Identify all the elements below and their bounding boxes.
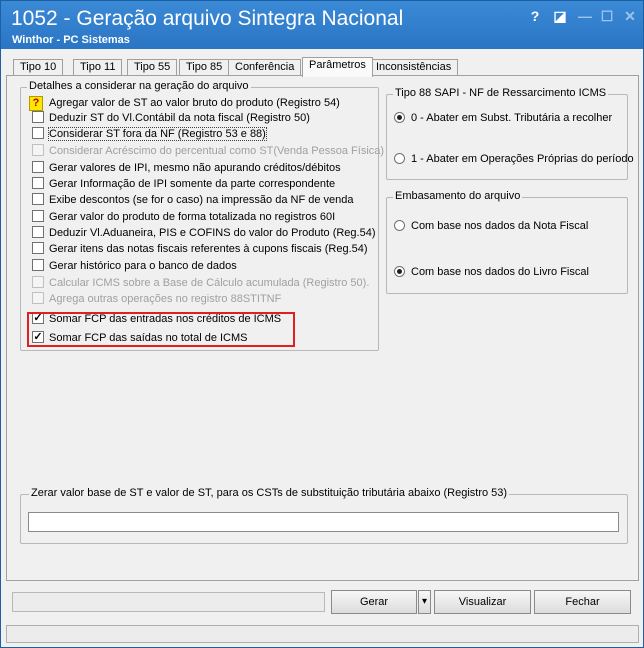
radio-button[interactable] bbox=[394, 152, 405, 164]
option-label: Considerar ST fora da NF (Registro 53 e … bbox=[48, 127, 267, 141]
question-icon[interactable]: ? bbox=[29, 95, 43, 111]
option-gerar-historico[interactable]: Gerar histórico para o banco de dados bbox=[32, 258, 237, 274]
checkbox[interactable] bbox=[32, 111, 44, 124]
embasamento-legend: Embasamento do arquivo bbox=[393, 190, 523, 202]
status-field bbox=[12, 592, 325, 612]
option-label: Considerar Acréscimo do percentual como … bbox=[49, 145, 385, 157]
option-deduzir-st[interactable]: Deduzir ST do Vl.Contábil da nota fiscal… bbox=[32, 110, 310, 126]
checkbox[interactable] bbox=[32, 226, 44, 239]
option-label: Deduzir ST do Vl.Contábil da nota fiscal… bbox=[49, 112, 310, 124]
status-bar bbox=[6, 625, 639, 643]
restore-icon[interactable]: ◪ bbox=[551, 7, 569, 25]
embasamento-group: Embasamento do arquivo bbox=[386, 190, 628, 294]
radio-nota-fiscal[interactable]: Com base nos dados da Nota Fiscal bbox=[394, 219, 588, 233]
cst-input[interactable] bbox=[28, 512, 619, 532]
app-window: 1052 - Geração arquivo Sintegra Nacional… bbox=[0, 0, 644, 648]
gerar-button[interactable]: Gerar bbox=[331, 590, 417, 614]
help-icon[interactable]: ? bbox=[526, 7, 544, 25]
option-label: Agrega outras operações no registro 88ST… bbox=[49, 293, 282, 305]
option-gerar-info-ipi[interactable]: Gerar Informação de IPI somente da parte… bbox=[32, 176, 335, 192]
option-exibe-descontos[interactable]: Exibe descontos (se for o caso) na impre… bbox=[32, 192, 354, 208]
tab-tipo-10[interactable]: Tipo 10 bbox=[13, 59, 64, 76]
radio-label: 1 - Abater em Operações Próprias do perí… bbox=[411, 153, 634, 165]
visualizar-button[interactable]: Visualizar bbox=[434, 590, 531, 614]
radio-label: 0 - Abater em Subst. Tributária a recolh… bbox=[411, 112, 613, 124]
checkbox[interactable] bbox=[32, 210, 44, 223]
option-gerar-valor-totalizado[interactable]: Gerar valor do produto de forma totaliza… bbox=[32, 209, 335, 225]
highlight-box bbox=[27, 312, 295, 347]
option-agregar-st[interactable]: ? Agregar valor de ST ao valor bruto do p… bbox=[29, 95, 340, 111]
detalhes-legend: Detalhes a considerar na geração do arqu… bbox=[27, 80, 251, 92]
maximize-icon[interactable]: ☐ bbox=[598, 7, 616, 25]
option-label: Gerar valor do produto de forma totaliza… bbox=[49, 211, 336, 223]
option-agrega-outras: Agrega outras operações no registro 88ST… bbox=[32, 291, 281, 307]
radio-button-selected[interactable] bbox=[394, 265, 405, 277]
tab-inconsistencias[interactable]: Inconsistências bbox=[369, 59, 459, 76]
minimize-icon[interactable]: — bbox=[576, 7, 594, 25]
option-label: Calcular ICMS sobre a Base de Cálculo ac… bbox=[49, 277, 370, 289]
radio-abater-subst[interactable]: 0 - Abater em Subst. Tributária a recolh… bbox=[394, 111, 612, 125]
option-label: Agregar valor de ST ao valor bruto do pr… bbox=[49, 97, 340, 109]
fechar-button[interactable]: Fechar bbox=[534, 590, 631, 614]
tab-tipo-55[interactable]: Tipo 55 bbox=[127, 59, 178, 76]
tab-parametros[interactable]: Parâmetros bbox=[302, 57, 373, 77]
option-label: Deduzir Vl.Aduaneira, PIS e COFINS do va… bbox=[49, 227, 376, 239]
checkbox bbox=[32, 276, 44, 289]
option-label: Gerar valores de IPI, mesmo não apurando… bbox=[49, 162, 341, 174]
checkbox[interactable] bbox=[32, 193, 44, 206]
checkbox[interactable] bbox=[32, 161, 44, 174]
option-label: Gerar Informação de IPI somente da parte… bbox=[49, 178, 336, 190]
checkbox[interactable] bbox=[32, 177, 44, 190]
checkbox bbox=[32, 144, 44, 157]
option-gerar-itens-cupons[interactable]: Gerar itens das notas fiscais referentes… bbox=[32, 241, 368, 257]
window-title: 1052 - Geração arquivo Sintegra Nacional bbox=[11, 7, 404, 30]
option-label: Gerar itens das notas fiscais referentes… bbox=[49, 243, 368, 255]
option-gerar-ipi[interactable]: Gerar valores de IPI, mesmo não apurando… bbox=[32, 160, 341, 176]
checkbox[interactable] bbox=[32, 127, 44, 140]
radio-button[interactable] bbox=[394, 219, 405, 231]
option-label: Gerar histórico para o banco de dados bbox=[49, 260, 237, 272]
tab-tipo-85[interactable]: Tipo 85 bbox=[179, 59, 230, 76]
close-icon[interactable]: ✕ bbox=[621, 7, 639, 25]
option-calcular-icms: Calcular ICMS sobre a Base de Cálculo ac… bbox=[32, 275, 369, 291]
radio-button-selected[interactable] bbox=[394, 111, 405, 123]
radio-livro-fiscal[interactable]: Com base nos dados do Livro Fiscal bbox=[394, 265, 589, 279]
radio-label: Com base nos dados da Nota Fiscal bbox=[411, 220, 589, 232]
tab-conferencia[interactable]: Conferência bbox=[228, 59, 302, 76]
tipo88-legend: Tipo 88 SAPI - NF de Ressarcimento ICMS bbox=[393, 87, 609, 99]
title-bar[interactable]: 1052 - Geração arquivo Sintegra Nacional… bbox=[1, 1, 643, 49]
window-subtitle: Winthor - PC Sistemas bbox=[12, 34, 130, 46]
option-deduzir-aduaneira[interactable]: Deduzir Vl.Aduaneira, PIS e COFINS do va… bbox=[32, 225, 376, 241]
option-considerar-acrescimo: Considerar Acréscimo do percentual como … bbox=[32, 143, 384, 159]
checkbox bbox=[32, 292, 44, 305]
tab-tipo-11[interactable]: Tipo 11 bbox=[73, 59, 123, 76]
radio-abater-operacoes[interactable]: 1 - Abater em Operações Próprias do perí… bbox=[394, 152, 634, 166]
option-label: Exibe descontos (se for o caso) na impre… bbox=[49, 194, 354, 206]
gerar-dropdown-icon[interactable]: ▾ bbox=[418, 590, 431, 614]
zerar-legend: Zerar valor base de ST e valor de ST, pa… bbox=[29, 487, 510, 499]
checkbox[interactable] bbox=[32, 242, 44, 255]
radio-label: Com base nos dados do Livro Fiscal bbox=[411, 266, 589, 278]
tipo88-group: Tipo 88 SAPI - NF de Ressarcimento ICMS bbox=[386, 87, 628, 180]
option-considerar-st-fora[interactable]: Considerar ST fora da NF (Registro 53 e … bbox=[32, 126, 267, 142]
checkbox[interactable] bbox=[32, 259, 44, 272]
